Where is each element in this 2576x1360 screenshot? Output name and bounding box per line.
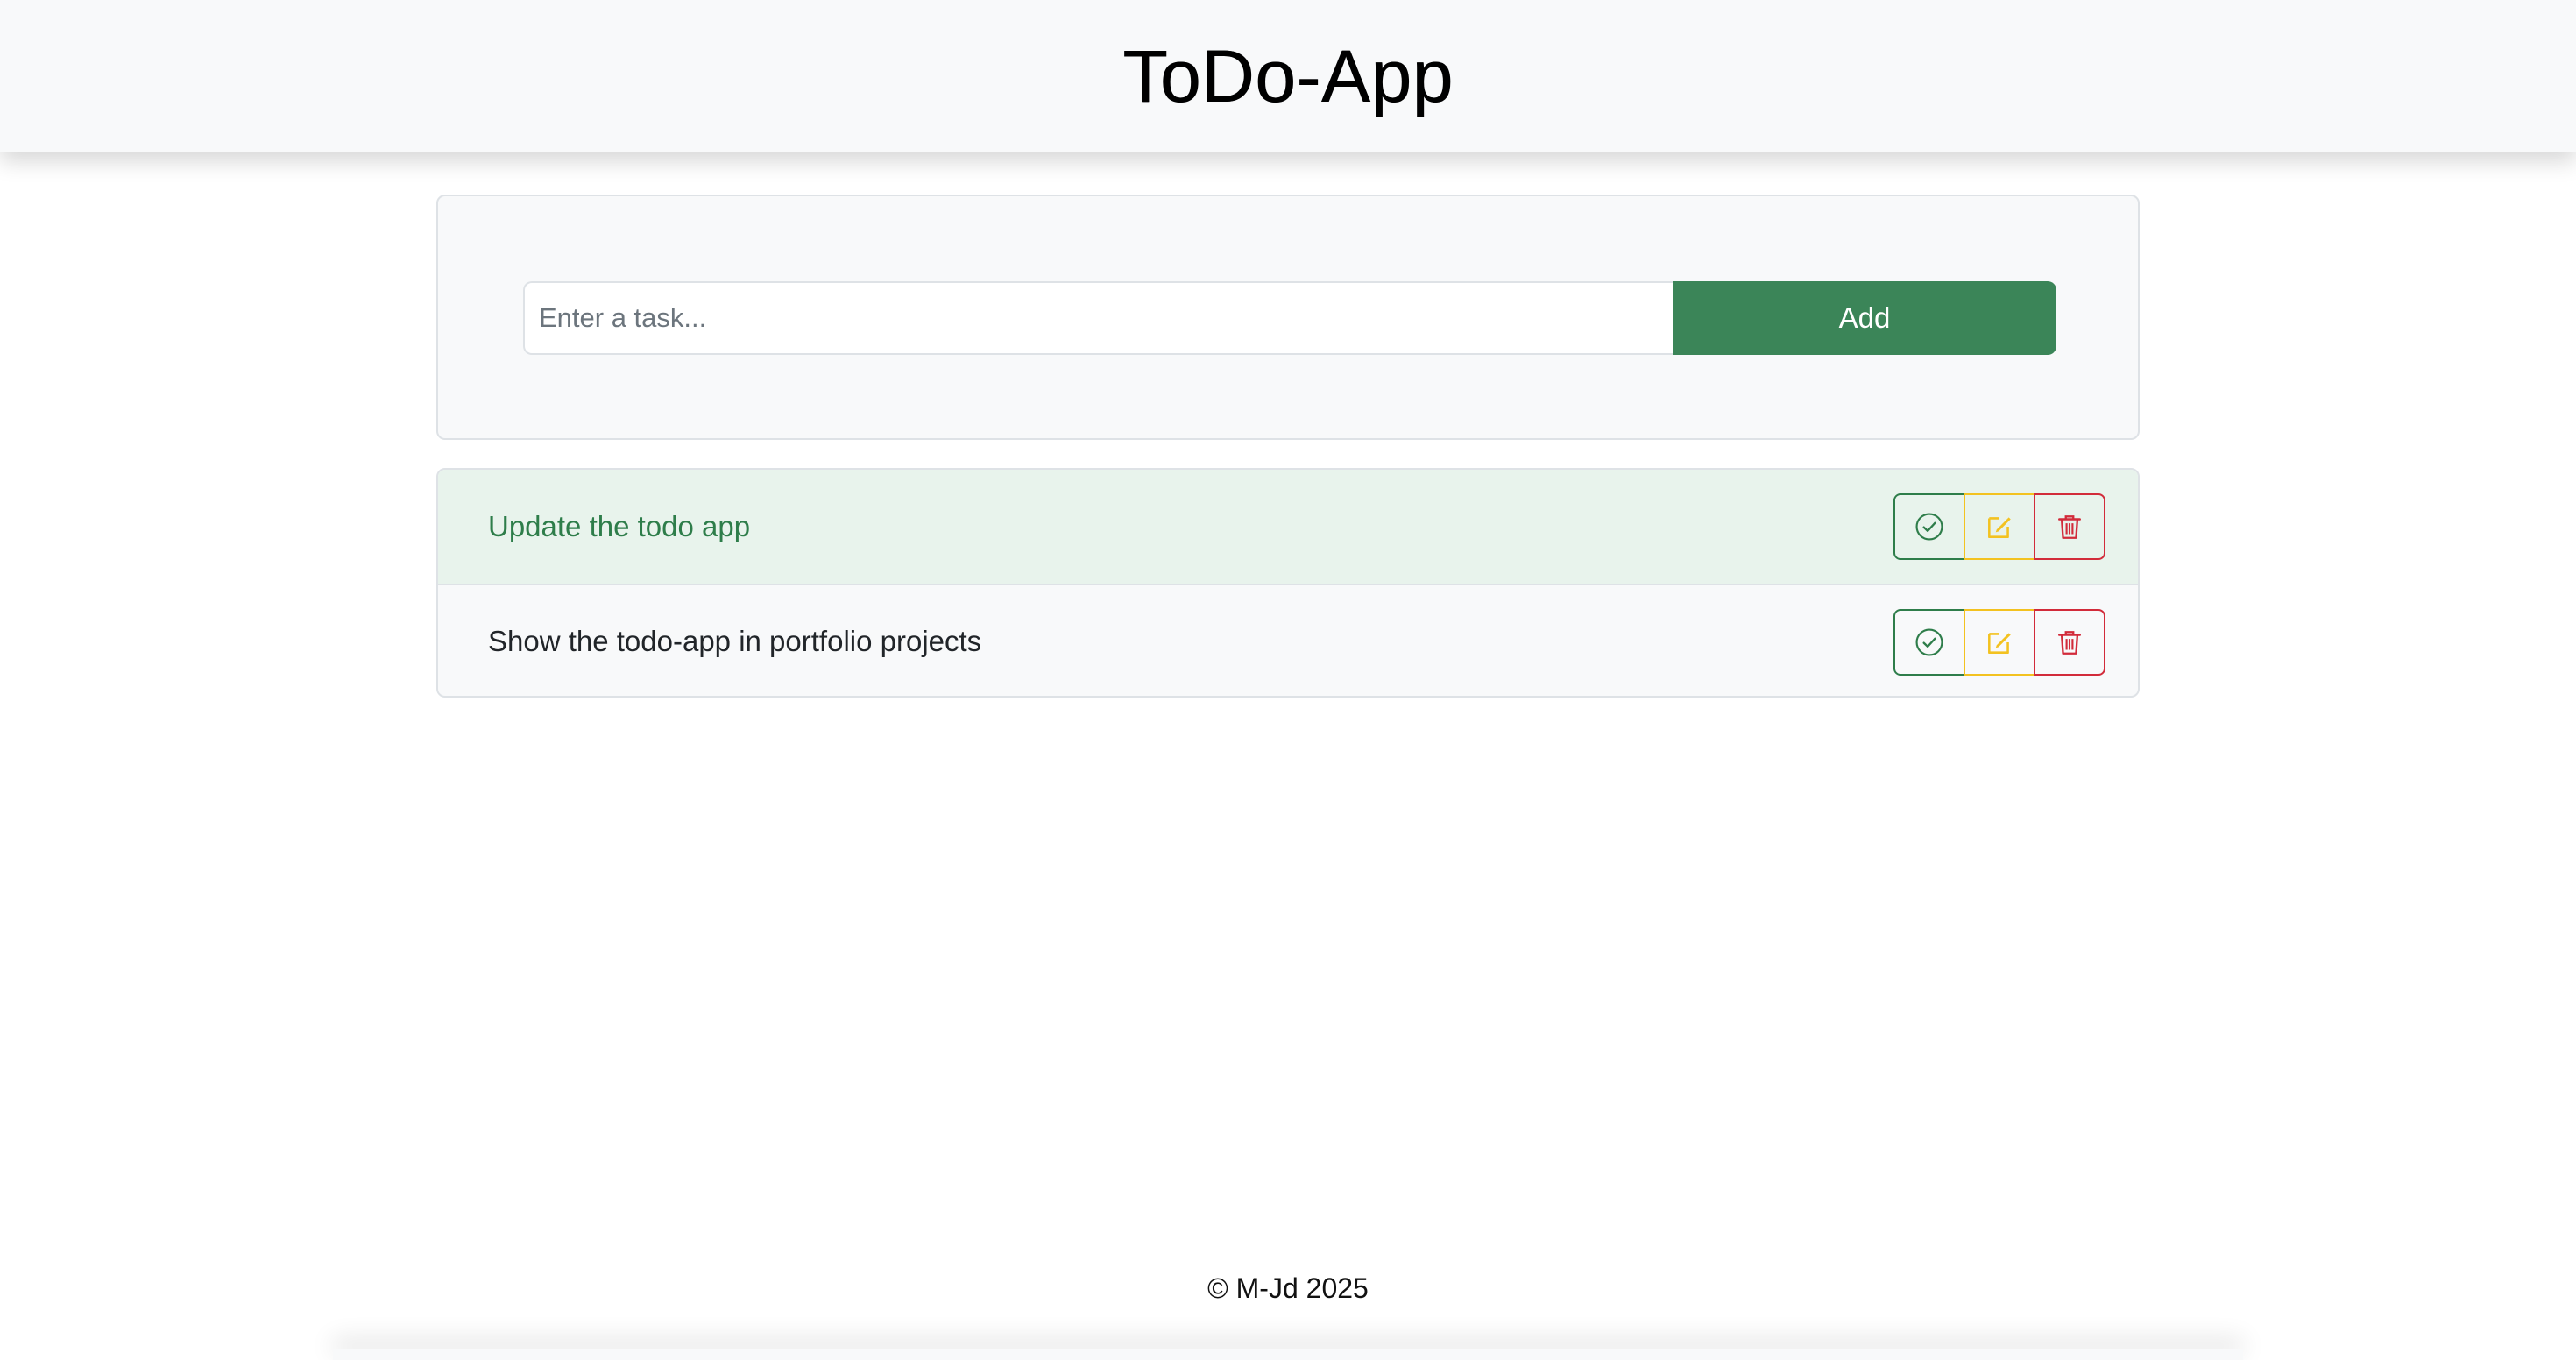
- task-text: Update the todo app: [488, 510, 751, 542]
- footer-bar: [333, 1349, 2243, 1360]
- delete-task-button[interactable]: [2034, 493, 2105, 560]
- edit-task-button[interactable]: [1964, 609, 2035, 676]
- pencil-square-icon: [1988, 517, 2011, 538]
- task-text: Show the todo-app in portfolio projects: [488, 625, 982, 657]
- trash-icon: [2058, 631, 2081, 655]
- complete-task-button[interactable]: [1893, 609, 1965, 676]
- page: ToDo-App Add Update the todo app: [0, 0, 2576, 1360]
- task-input[interactable]: [523, 281, 1673, 355]
- add-task-card: Add: [436, 195, 2140, 440]
- task-row: Show the todo-app in portfolio projects: [438, 584, 2138, 696]
- delete-task-button[interactable]: [2034, 609, 2105, 676]
- page-title: ToDo-App: [1122, 34, 1454, 117]
- check-circle-icon: [1915, 628, 1943, 656]
- pencil-square-icon: [1988, 633, 2011, 654]
- task-actions: [1893, 493, 2105, 560]
- check-circle-icon: [1915, 513, 1943, 541]
- app-header: ToDo-App: [0, 0, 2576, 152]
- edit-task-button[interactable]: [1964, 493, 2035, 560]
- task-row: Update the todo app: [438, 470, 2138, 584]
- add-task-button[interactable]: Add: [1673, 281, 2056, 355]
- trash-icon: [2058, 515, 2081, 539]
- task-list: Update the todo app Show the todo-app in…: [436, 468, 2140, 698]
- copyright-text: © M-Jd 2025: [1207, 1271, 1369, 1304]
- app-footer: © M-Jd 2025: [0, 1262, 2576, 1314]
- task-actions: [1893, 609, 2105, 676]
- complete-task-button[interactable]: [1893, 493, 1965, 560]
